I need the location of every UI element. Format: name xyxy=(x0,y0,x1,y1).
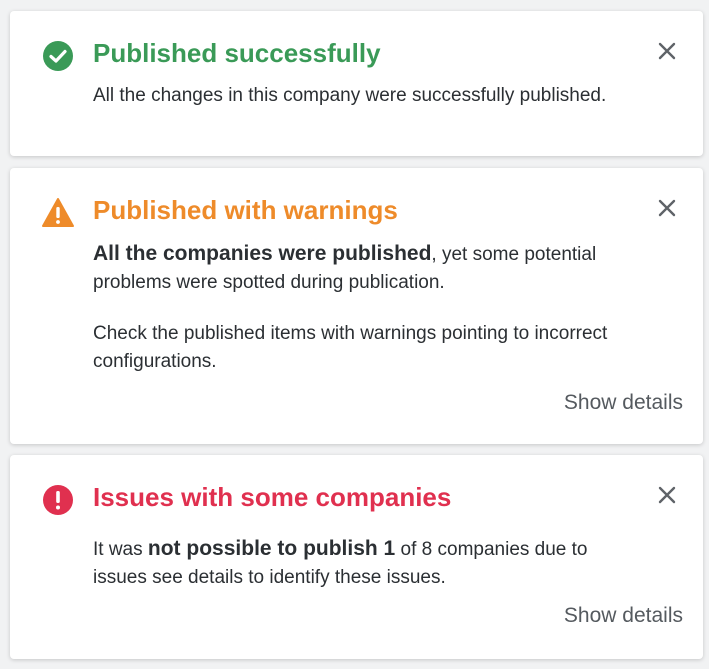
warning-title: Published with warnings xyxy=(93,195,398,225)
error-toast: Issues with some companies It was not po… xyxy=(10,455,703,659)
warning-triangle-icon xyxy=(42,198,74,227)
close-icon[interactable] xyxy=(655,483,679,507)
error-message-pre: It was xyxy=(93,539,148,560)
check-circle-icon xyxy=(43,41,73,71)
error-message: It was not possible to publish 1 of 8 co… xyxy=(93,535,611,592)
close-icon[interactable] xyxy=(655,196,679,220)
close-icon[interactable] xyxy=(655,39,679,63)
warning-message: All the companies were published, yet so… xyxy=(93,240,611,297)
error-title: Issues with some companies xyxy=(93,482,452,512)
error-message-bold: not possible to publish 1 xyxy=(147,537,396,560)
error-circle-icon xyxy=(43,485,73,515)
success-toast: Published successfully All the changes i… xyxy=(10,11,703,156)
show-details-link[interactable]: Show details xyxy=(564,604,683,628)
success-message: All the changes in this company were suc… xyxy=(93,85,607,106)
warning-secondary-message: Check the published items with warnings … xyxy=(93,323,608,372)
success-title: Published successfully xyxy=(93,38,381,68)
warning-message-bold: All the companies were published xyxy=(93,242,432,265)
warning-toast: Published with warnings All the companie… xyxy=(10,168,703,444)
show-details-link[interactable]: Show details xyxy=(564,391,683,415)
